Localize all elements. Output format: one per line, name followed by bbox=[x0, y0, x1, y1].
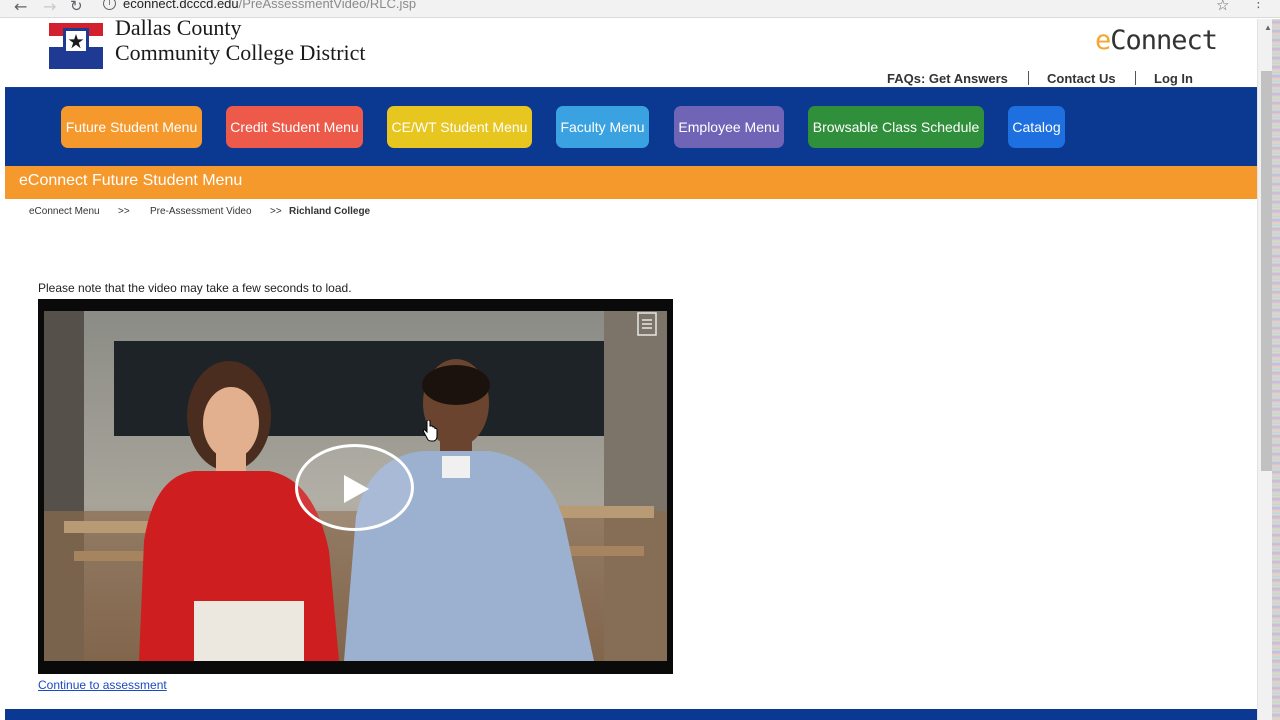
section-title-bar: eConnect Future Student Menu bbox=[5, 166, 1257, 199]
breadcrumb-pre-assessment-video[interactable]: Pre-Assessment Video bbox=[150, 206, 252, 217]
site-header: Dallas County Community College District… bbox=[5, 19, 1257, 87]
faculty-menu-button[interactable]: Faculty Menu bbox=[556, 106, 649, 148]
video-player[interactable] bbox=[38, 299, 673, 674]
faqs-link[interactable]: FAQs: Get Answers bbox=[887, 71, 1008, 86]
ce-wt-student-menu-button[interactable]: CE/WT Student Menu bbox=[387, 106, 532, 148]
hand-cursor-icon bbox=[422, 420, 438, 442]
logo-line-1: Dallas County bbox=[115, 19, 242, 40]
kebab-menu-icon[interactable]: ⋮ bbox=[1252, 0, 1265, 11]
employee-menu-button[interactable]: Employee Menu bbox=[674, 106, 784, 148]
econnect-logo-e: e bbox=[1095, 25, 1111, 56]
log-in-link[interactable]: Log In bbox=[1154, 71, 1193, 86]
main-navigation: Future Student Menu Credit Student Menu … bbox=[5, 87, 1257, 166]
dcccd-flag-logo-icon[interactable] bbox=[49, 23, 103, 69]
catalog-button[interactable]: Catalog bbox=[1008, 106, 1065, 148]
browser-toolbar: ← → ↻ i econnect.dcccd.edu/PreAssessment… bbox=[0, 0, 1280, 18]
breadcrumb-separator: >> bbox=[118, 206, 130, 217]
future-student-menu-button[interactable]: Future Student Menu bbox=[61, 106, 202, 148]
district-logo-text[interactable]: Dallas County Community College District bbox=[115, 19, 366, 65]
breadcrumb-current: Richland College bbox=[289, 206, 371, 217]
star-icon[interactable]: ☆ bbox=[1216, 0, 1229, 14]
web-page: Dallas County Community College District… bbox=[5, 19, 1257, 720]
breadcrumb-separator: >> bbox=[270, 206, 282, 217]
url-domain: econnect.dcccd.edu bbox=[123, 0, 239, 11]
scroll-up-arrow-icon[interactable]: ▲ bbox=[1264, 23, 1272, 32]
breadcrumb: eConnect Menu >> Pre-Assessment Video >>… bbox=[5, 199, 1257, 223]
screen-edge-artifact bbox=[1272, 19, 1280, 720]
credit-student-menu-button[interactable]: Credit Student Menu bbox=[226, 106, 363, 148]
transcript-icon[interactable] bbox=[635, 311, 661, 339]
footer-bar bbox=[5, 709, 1257, 720]
breadcrumb-econnect-menu[interactable]: eConnect Menu bbox=[29, 206, 100, 217]
url-path: /PreAssessmentVideo/RLC.jsp bbox=[238, 0, 417, 11]
section-title: eConnect Future Student Menu bbox=[19, 172, 243, 189]
loading-note: Please note that the video may take a fe… bbox=[38, 281, 352, 295]
scrollbar-thumb[interactable] bbox=[1261, 71, 1272, 471]
forward-arrow-icon[interactable]: → bbox=[43, 0, 56, 16]
link-divider bbox=[1135, 71, 1136, 85]
top-links: FAQs: Get Answers Contact Us Log In bbox=[5, 71, 1257, 87]
reload-icon[interactable]: ↻ bbox=[70, 0, 83, 15]
back-arrow-icon[interactable]: ← bbox=[14, 0, 27, 16]
info-icon[interactable]: i bbox=[103, 0, 116, 10]
address-bar[interactable]: econnect.dcccd.edu/PreAssessmentVideo/RL… bbox=[123, 0, 416, 11]
continue-to-assessment-link[interactable]: Continue to assessment bbox=[38, 678, 167, 692]
econnect-logo-rest: Connect bbox=[1110, 25, 1218, 56]
link-divider bbox=[1028, 71, 1029, 85]
contact-us-link[interactable]: Contact Us bbox=[1047, 71, 1116, 86]
econnect-logo[interactable]: eConnect bbox=[1095, 25, 1218, 56]
browsable-class-schedule-button[interactable]: Browsable Class Schedule bbox=[808, 106, 984, 148]
logo-line-2: Community College District bbox=[115, 40, 366, 65]
play-button[interactable] bbox=[295, 444, 414, 531]
play-icon bbox=[344, 475, 369, 503]
